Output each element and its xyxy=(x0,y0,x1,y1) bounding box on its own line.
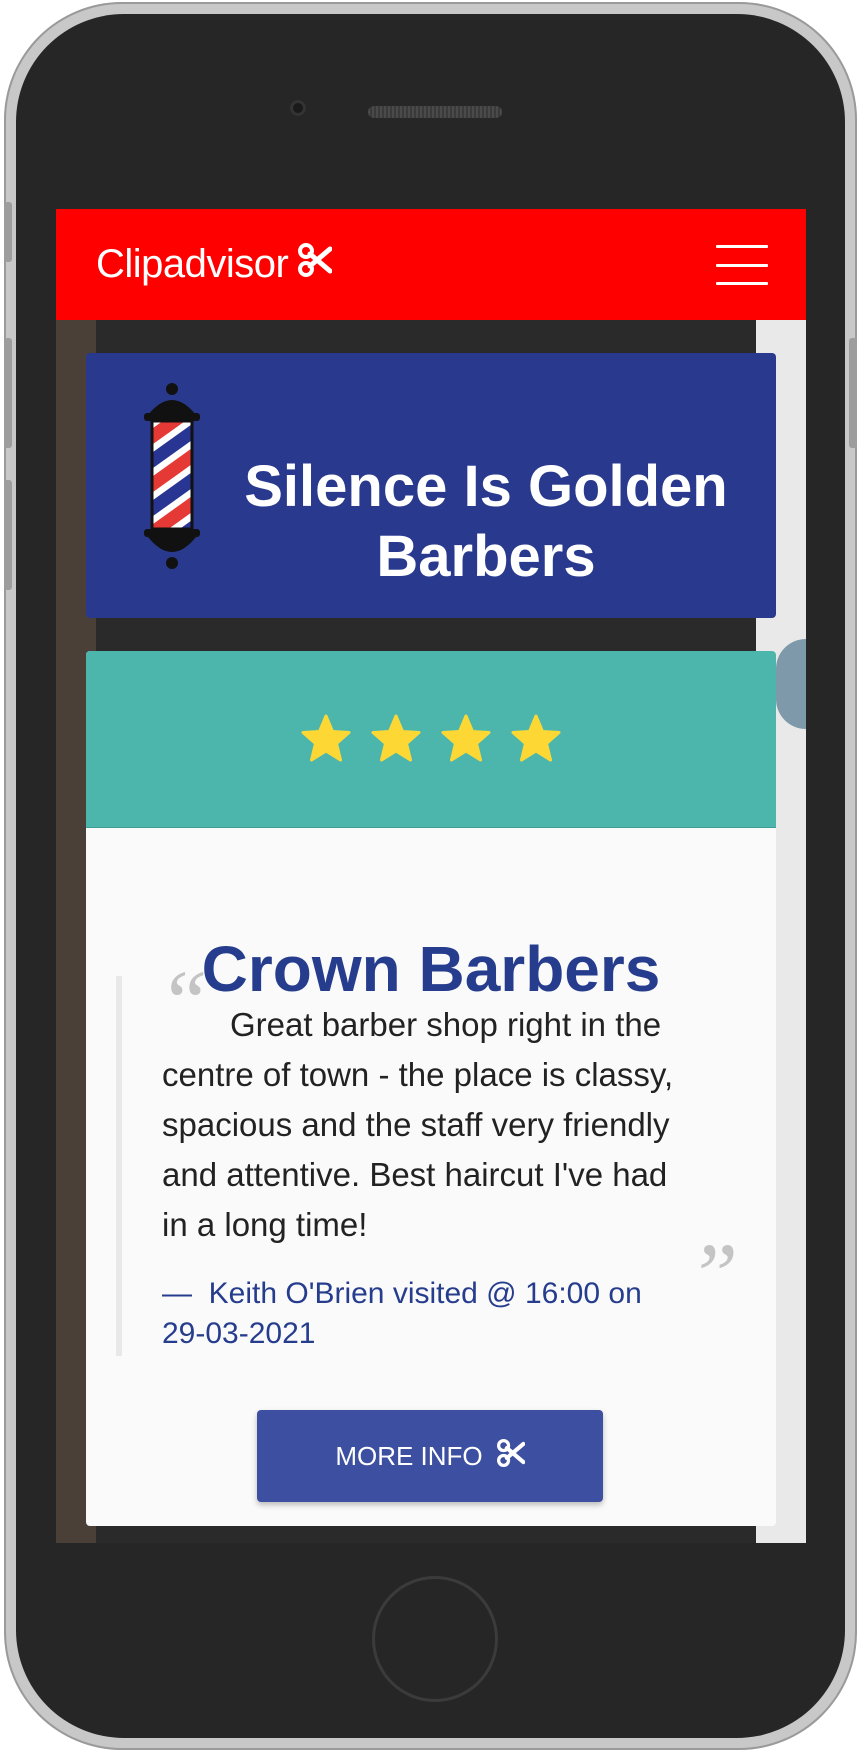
barber-pole-icon xyxy=(142,383,202,588)
brand-link[interactable]: Clipadvisor xyxy=(96,239,333,289)
hamburger-menu-icon[interactable] xyxy=(716,245,768,285)
earpiece-speaker xyxy=(368,106,502,118)
review-quote: “ Great barber shop right in the centre … xyxy=(116,958,738,1356)
star-icon xyxy=(301,714,351,762)
close-quote-mark: ” xyxy=(687,1226,738,1325)
brand-name: Clipadvisor xyxy=(96,241,289,286)
menu-bar xyxy=(716,282,768,285)
front-camera xyxy=(290,100,306,116)
more-info-label: MORE INFO xyxy=(335,1440,483,1471)
volume-up-button xyxy=(4,338,12,448)
star-icon xyxy=(511,714,561,762)
review-text: Great barber shop right in the centre of… xyxy=(162,1006,674,1243)
menu-bar xyxy=(716,245,768,248)
more-info-button[interactable]: MORE INFO xyxy=(257,1410,603,1502)
star-icon xyxy=(371,714,421,762)
background-shape xyxy=(776,639,806,729)
author-info: Keith O'Brien visited @ 16:00 on 29-03-2… xyxy=(162,1277,642,1350)
review-author: — Keith O'Brien visited @ 16:00 on 29-03… xyxy=(162,1274,682,1354)
power-button xyxy=(849,338,857,448)
star-icon xyxy=(441,714,491,762)
rating-stars xyxy=(86,651,776,828)
volume-down-button xyxy=(4,480,12,590)
shop-title: Silence Is Golden Barbers xyxy=(244,453,728,589)
mute-switch xyxy=(4,202,12,262)
home-button[interactable] xyxy=(372,1576,498,1702)
shop-header-card: Silence Is Golden Barbers xyxy=(86,353,776,618)
author-dash: — xyxy=(162,1277,192,1310)
menu-bar xyxy=(716,263,768,267)
scissors-icon xyxy=(496,1438,526,1474)
screen: Clipadvisor Silence Is Golden Barbers Cr… xyxy=(56,209,806,1543)
navbar: Clipadvisor xyxy=(56,209,806,320)
review-card: Crown Barbers “ Great barber shop right … xyxy=(86,651,776,1526)
scissors-icon xyxy=(298,242,333,287)
